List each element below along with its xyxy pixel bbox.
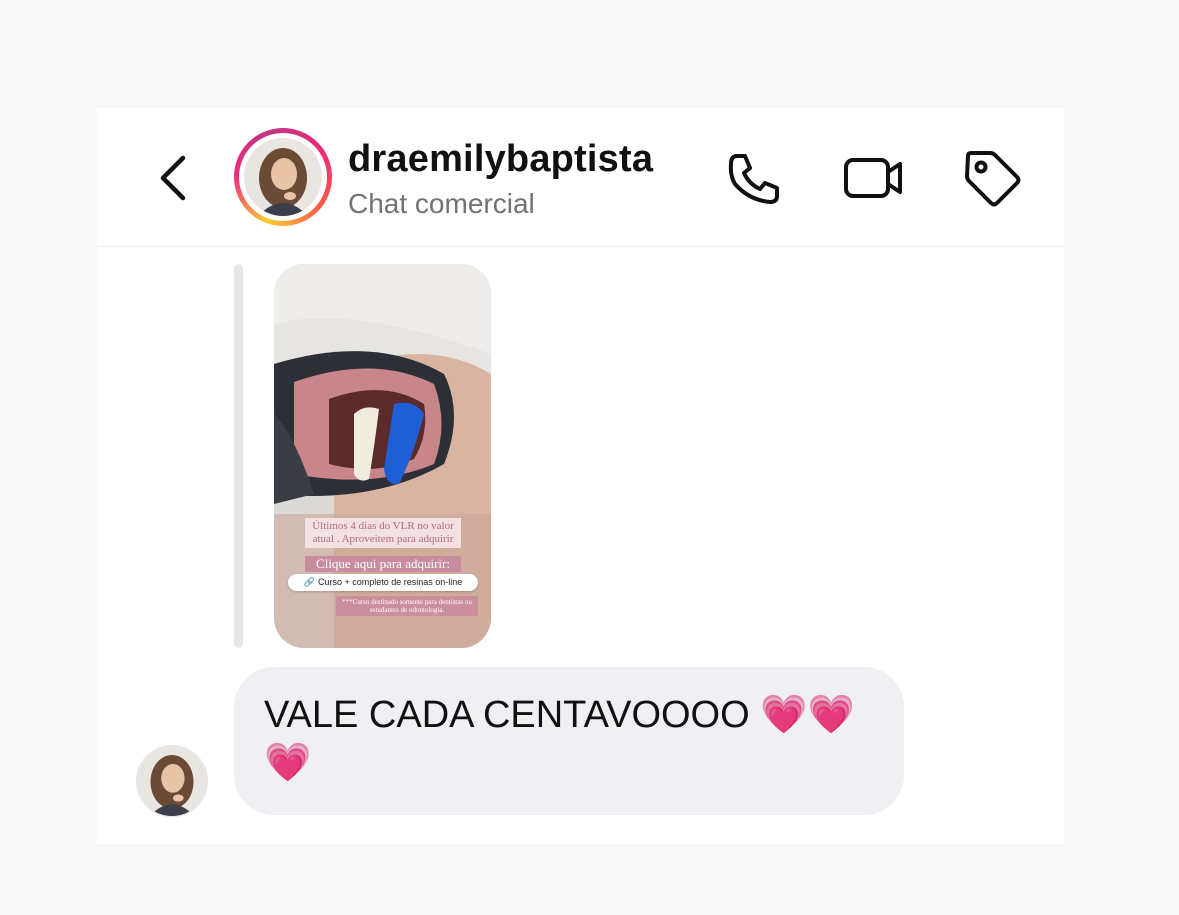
link-icon: 🔗 — [303, 577, 315, 587]
story-cta: Clique aqui para adquirir: — [305, 556, 461, 572]
story-reply-bar — [234, 264, 243, 648]
message-text: VALE CADA CENTAVOOOO 💗💗💗 — [264, 691, 884, 787]
profile-avatar[interactable] — [234, 128, 332, 226]
message-bubble[interactable]: VALE CADA CENTAVOOOO 💗💗💗 — [234, 667, 904, 815]
video-camera-icon[interactable] — [842, 148, 906, 208]
story-link-sticker[interactable]: 🔗 Curso + completo de resinas on-line — [288, 574, 478, 591]
profile-photo — [244, 138, 322, 216]
shared-story-preview[interactable]: Últimos 4 dias do VLR no valor atual . A… — [274, 264, 491, 648]
message-body: VALE CADA CENTAVOOOO — [264, 694, 750, 736]
story-link-label: Curso + completo de resinas on-line — [317, 577, 463, 587]
story-note: ***Curso destinado somente para dentista… — [336, 596, 478, 616]
chat-username[interactable]: draemilybaptista — [348, 138, 653, 181]
phone-icon[interactable] — [725, 148, 785, 208]
sender-avatar[interactable] — [136, 745, 208, 817]
story-caption: Últimos 4 dias do VLR no valor atual . A… — [305, 518, 461, 548]
tag-icon[interactable] — [962, 148, 1022, 208]
chat-subtitle: Chat comercial — [348, 188, 535, 219]
chat-window: draemilybaptista Chat comercial Últimos … — [97, 108, 1064, 844]
chat-header: draemilybaptista Chat comercial — [97, 108, 1064, 247]
back-chevron-icon[interactable] — [155, 148, 195, 208]
